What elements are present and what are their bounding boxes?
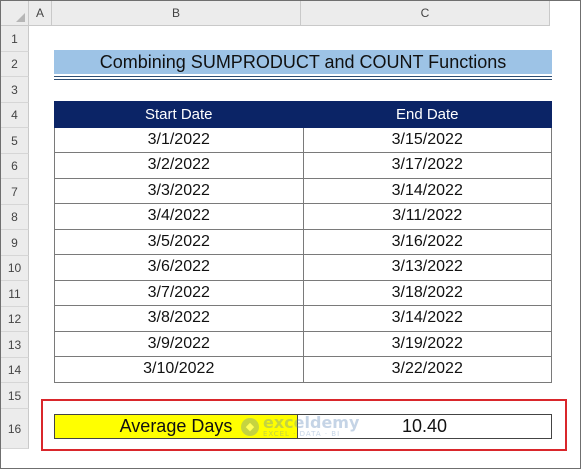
row-header-16[interactable]: 16 [1, 409, 29, 449]
title-underline-2 [54, 79, 552, 80]
end-date-cell[interactable]: 3/19/2022 [302, 330, 552, 357]
row-header-13[interactable]: 13 [1, 332, 29, 358]
dates-table: Start Date End Date 3/1/2022 3/15/2022 3… [54, 101, 552, 383]
column-header-a[interactable]: A [29, 1, 52, 26]
table-row: 3/2/2022 3/17/2022 [54, 152, 552, 179]
title-underline-1 [54, 76, 552, 77]
header-start-date[interactable]: Start Date [54, 101, 304, 128]
select-all-corner[interactable] [1, 1, 29, 26]
row-header-3[interactable]: 3 [1, 77, 29, 103]
end-date-cell[interactable]: 3/14/2022 [302, 177, 552, 204]
row-header-1[interactable]: 1 [1, 26, 29, 52]
table-row: 3/5/2022 3/16/2022 [54, 228, 552, 255]
row-header-4[interactable]: 4 [1, 103, 29, 128]
row-header-12[interactable]: 12 [1, 307, 29, 332]
table-row: 3/1/2022 3/15/2022 [54, 126, 552, 153]
end-date-cell[interactable]: 3/14/2022 [302, 305, 552, 332]
title-cell[interactable]: Combining SUMPRODUCT and COUNT Functions [54, 50, 552, 74]
row-header-15[interactable]: 15 [1, 383, 29, 409]
spreadsheet-window: A B C 1 2 3 4 5 6 7 8 9 10 11 12 13 14 1… [0, 0, 581, 469]
select-all-triangle-icon [16, 13, 25, 22]
end-date-cell[interactable]: 3/17/2022 [302, 152, 552, 179]
start-date-cell[interactable]: 3/10/2022 [54, 356, 304, 383]
start-date-cell[interactable]: 3/6/2022 [54, 254, 304, 281]
start-date-cell[interactable]: 3/2/2022 [54, 152, 304, 179]
end-date-cell[interactable]: 3/11/2022 [302, 203, 552, 230]
table-row: 3/8/2022 3/14/2022 [54, 305, 552, 332]
end-date-cell[interactable]: 3/16/2022 [302, 228, 552, 255]
column-header-b[interactable]: B [52, 1, 301, 26]
row-header-11[interactable]: 11 [1, 281, 29, 307]
column-header-c[interactable]: C [301, 1, 550, 26]
table-row: 3/9/2022 3/19/2022 [54, 330, 552, 357]
row-header-9[interactable]: 9 [1, 230, 29, 256]
table-row: 3/10/2022 3/22/2022 [54, 356, 552, 383]
start-date-cell[interactable]: 3/1/2022 [54, 126, 304, 153]
end-date-cell[interactable]: 3/22/2022 [302, 356, 552, 383]
row-header-10[interactable]: 10 [1, 256, 29, 281]
table-row: 3/6/2022 3/13/2022 [54, 254, 552, 281]
end-date-cell[interactable]: 3/13/2022 [302, 254, 552, 281]
row-header-5[interactable]: 5 [1, 128, 29, 154]
end-date-cell[interactable]: 3/18/2022 [302, 279, 552, 306]
table-row: 3/7/2022 3/18/2022 [54, 279, 552, 306]
table-header-row: Start Date End Date [54, 101, 552, 128]
row-header-14[interactable]: 14 [1, 358, 29, 383]
table-row: 3/3/2022 3/14/2022 [54, 177, 552, 204]
start-date-cell[interactable]: 3/4/2022 [54, 203, 304, 230]
average-days-label-cell[interactable]: Average Days [54, 414, 298, 439]
start-date-cell[interactable]: 3/9/2022 [54, 330, 304, 357]
start-date-cell[interactable]: 3/3/2022 [54, 177, 304, 204]
row-header-7[interactable]: 7 [1, 179, 29, 205]
row-header-6[interactable]: 6 [1, 154, 29, 179]
start-date-cell[interactable]: 3/7/2022 [54, 279, 304, 306]
average-days-value-cell[interactable]: 10.40 [297, 414, 552, 439]
table-row: 3/4/2022 3/11/2022 [54, 203, 552, 230]
start-date-cell[interactable]: 3/8/2022 [54, 305, 304, 332]
row-header-8[interactable]: 8 [1, 205, 29, 230]
start-date-cell[interactable]: 3/5/2022 [54, 228, 304, 255]
header-end-date[interactable]: End Date [302, 101, 552, 128]
end-date-cell[interactable]: 3/15/2022 [302, 126, 552, 153]
row-header-2[interactable]: 2 [1, 52, 29, 77]
